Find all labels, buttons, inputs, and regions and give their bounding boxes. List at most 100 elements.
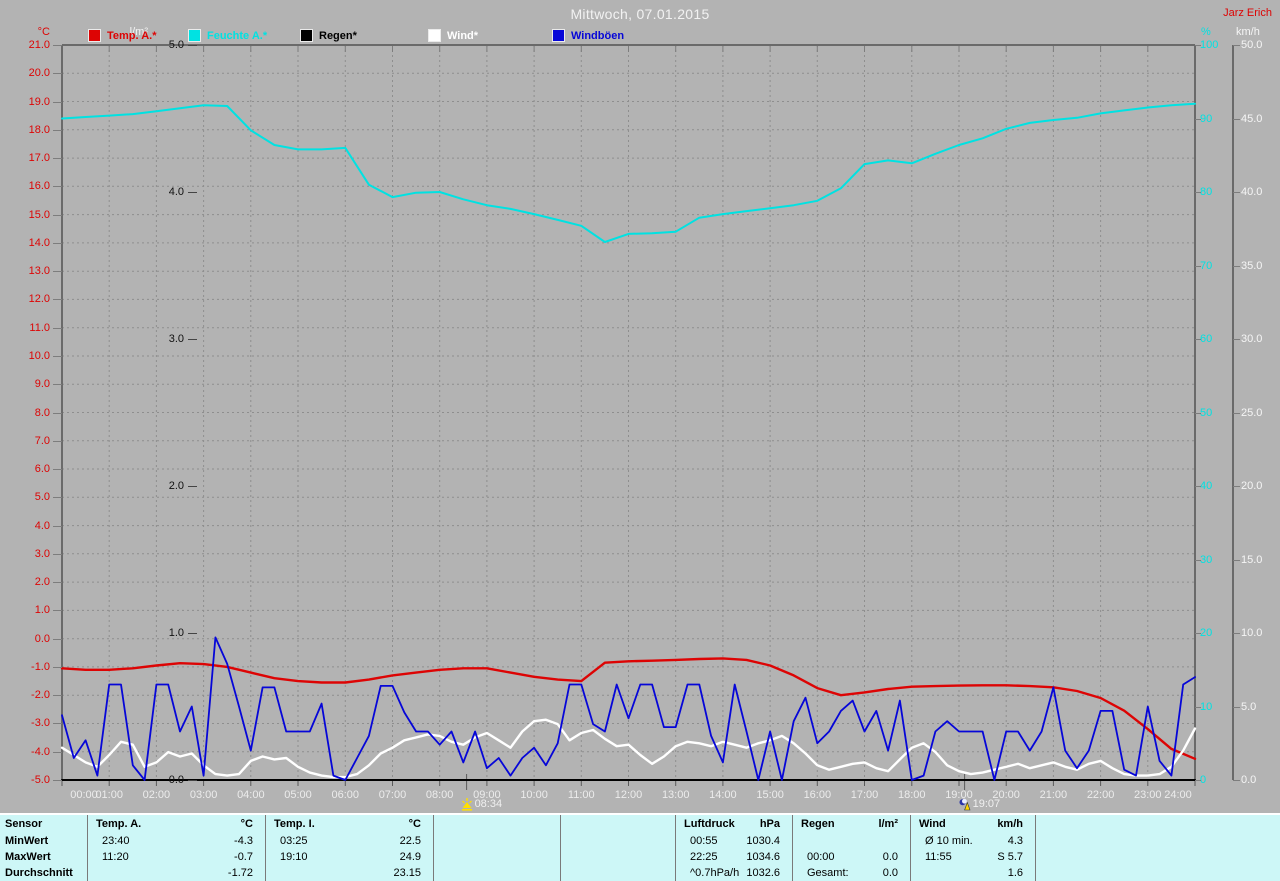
- wind-tick-label: 50.0: [1241, 39, 1275, 52]
- table-cell-value: -0.7: [87, 849, 253, 865]
- temp-tick-label: 9.0: [8, 378, 50, 391]
- axis-tick: [53, 73, 62, 74]
- wind-tick-label: 5.0: [1241, 701, 1275, 714]
- time-tick-label: 10:00: [511, 789, 557, 801]
- temp-tick-label: 12.0: [8, 293, 50, 306]
- axis-tick: [1233, 45, 1240, 46]
- humidity-tick-label: 0: [1200, 774, 1230, 787]
- temp-tick-label: -2.0: [8, 689, 50, 702]
- table-cell-value: 4.3: [910, 833, 1023, 849]
- sunrise-marker: 08:34: [461, 798, 503, 811]
- time-tick-label: 13:00: [653, 789, 699, 801]
- table-column-divider: [1035, 815, 1036, 881]
- wind-tick-label: 0.0: [1241, 774, 1275, 787]
- sunset-marker: 19:07: [959, 798, 1001, 811]
- axis-tick: [53, 667, 62, 668]
- table-cell-value: 22.5: [265, 833, 421, 849]
- wind-tick-label: 40.0: [1241, 186, 1275, 199]
- axis-tick: [53, 723, 62, 724]
- temp-tick-label: 11.0: [8, 322, 50, 335]
- axis-tick: [1233, 119, 1240, 120]
- axis-tick: [53, 554, 62, 555]
- axis-tick: [1195, 45, 1201, 46]
- axis-tick: [53, 610, 62, 611]
- time-tick-label: 24:00: [1155, 789, 1201, 801]
- temp-tick-label: 19.0: [8, 96, 50, 109]
- axis-tick: [188, 45, 197, 46]
- axis-tick: [1233, 192, 1240, 193]
- temp-tick-label: 18.0: [8, 124, 50, 137]
- axis-tick: [53, 582, 62, 583]
- axis-tick: [1233, 560, 1240, 561]
- axis-tick: [1195, 486, 1201, 487]
- humidity-tick-label: 20: [1200, 627, 1230, 640]
- wind-series-line: [62, 720, 1195, 777]
- axis-tick: [53, 384, 62, 385]
- axis-tick: [53, 102, 62, 103]
- temp-tick-label: 6.0: [8, 463, 50, 476]
- axis-tick: [53, 243, 62, 244]
- summary-table: SensorMinWertMaxWertDurchschnittTemp. A.…: [0, 813, 1280, 881]
- temp-tick-label: 1.0: [8, 604, 50, 617]
- table-cell-value: S 5.7: [910, 849, 1023, 865]
- axis-tick: [1233, 707, 1240, 708]
- table-row-label: MinWert: [5, 833, 48, 849]
- time-tick-label: 22:00: [1078, 789, 1124, 801]
- temp-tick-label: 0.0: [8, 633, 50, 646]
- table-col-unit: °C: [265, 816, 421, 832]
- axis-tick: [1233, 486, 1240, 487]
- axis-tick: [1195, 413, 1201, 414]
- sunset-icon: [959, 798, 971, 811]
- humidity-tick-label: 100: [1200, 39, 1230, 52]
- rain-tick-label: 2.0: [142, 480, 184, 493]
- time-tick-label: 08:00: [417, 789, 463, 801]
- wind-tick-label: 15.0: [1241, 554, 1275, 567]
- windboeen-series-line: [62, 637, 1195, 780]
- axis-tick: [1195, 633, 1201, 634]
- sunset-time-label: 19:07: [973, 798, 1001, 810]
- sunrise-icon: [461, 798, 473, 811]
- wind-tick-label: 30.0: [1241, 333, 1275, 346]
- humidity-tick-label: 40: [1200, 480, 1230, 493]
- axis-tick: [1195, 339, 1201, 340]
- table-cell-value: 1030.4: [675, 833, 780, 849]
- rain-tick-label: 3.0: [142, 333, 184, 346]
- time-tick-label: 11:00: [558, 789, 604, 801]
- temp-tick-label: 21.0: [8, 39, 50, 52]
- temp-tick-label: 5.0: [8, 491, 50, 504]
- temp-tick-label: 16.0: [8, 180, 50, 193]
- temp-tick-label: 3.0: [8, 548, 50, 561]
- wind-tick-label: 35.0: [1241, 260, 1275, 273]
- axis-tick: [1195, 119, 1201, 120]
- table-cell-value: 0.0: [792, 849, 898, 865]
- axis-tick: [188, 780, 197, 781]
- axis-tick: [188, 486, 197, 487]
- rain-tick-label: 4.0: [142, 186, 184, 199]
- time-tick-label: 01:00: [86, 789, 132, 801]
- table-column-divider: [560, 815, 561, 881]
- temp-tick-label: -3.0: [8, 717, 50, 730]
- axis-tick: [53, 271, 62, 272]
- axis-tick: [188, 633, 197, 634]
- axis-tick: [1233, 339, 1240, 340]
- table-cell-value: 1034.6: [675, 849, 780, 865]
- axis-tick: [1195, 780, 1201, 781]
- sunrise-time-label: 08:34: [475, 798, 503, 810]
- temp-tick-label: -4.0: [8, 746, 50, 759]
- temp-tick-label: 17.0: [8, 152, 50, 165]
- axis-tick: [1233, 266, 1240, 267]
- axis-tick: [53, 299, 62, 300]
- wind-tick-label: 45.0: [1241, 113, 1275, 126]
- table-cell-value: 24.9: [265, 849, 421, 865]
- axis-tick: [53, 186, 62, 187]
- wind-tick-label: 20.0: [1241, 480, 1275, 493]
- axis-tick: [1233, 413, 1240, 414]
- table-cell-value: 1032.6: [675, 865, 780, 881]
- temp-tick-label: 15.0: [8, 209, 50, 222]
- time-tick-label: 21:00: [1030, 789, 1076, 801]
- axis-tick: [53, 158, 62, 159]
- time-tick-label: 15:00: [747, 789, 793, 801]
- axis-tick: [1195, 707, 1201, 708]
- temp-tick-label: 7.0: [8, 435, 50, 448]
- temp-tick-label: 2.0: [8, 576, 50, 589]
